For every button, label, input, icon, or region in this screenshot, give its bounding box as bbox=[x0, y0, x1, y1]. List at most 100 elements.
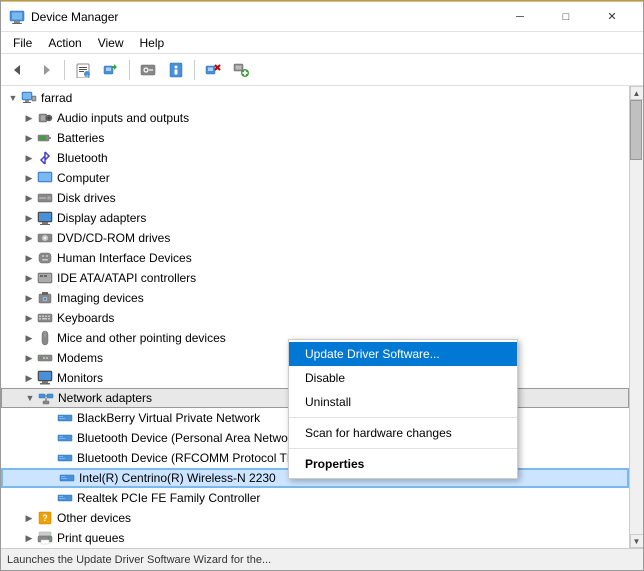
realtek-label: Realtek PCIe FE Family Controller bbox=[77, 491, 260, 505]
scan-button[interactable] bbox=[135, 57, 161, 83]
minimize-button[interactable]: ─ bbox=[497, 2, 543, 32]
title-icon bbox=[9, 9, 25, 25]
battery-icon bbox=[37, 130, 53, 146]
list-item[interactable]: ▶ Batteries bbox=[1, 128, 629, 148]
status-text: Launches the Update Driver Software Wiza… bbox=[7, 554, 271, 566]
dvd-label: DVD/CD-ROM drives bbox=[57, 231, 170, 245]
keyboards-label: Keyboards bbox=[57, 311, 114, 325]
bbvpn-label: BlackBerry Virtual Private Network bbox=[77, 411, 260, 425]
list-item[interactable]: ▶ Bluetooth bbox=[1, 148, 629, 168]
maximize-button[interactable]: □ bbox=[543, 2, 589, 32]
expand-display[interactable]: ▶ bbox=[21, 210, 37, 226]
computer-label: Computer bbox=[57, 171, 110, 185]
expand-imaging[interactable]: ▶ bbox=[21, 290, 37, 306]
netcard-icon bbox=[57, 450, 73, 466]
list-item[interactable]: ▶ Computer bbox=[1, 168, 629, 188]
forward-button[interactable] bbox=[33, 57, 59, 83]
window-title: Device Manager bbox=[31, 10, 497, 24]
other-icon: ? bbox=[37, 510, 53, 526]
expand-root[interactable]: ▼ bbox=[5, 90, 21, 106]
scroll-up-arrow[interactable]: ▲ bbox=[630, 86, 644, 100]
printer-icon bbox=[37, 530, 53, 546]
list-item[interactable]: ▶ Print queues bbox=[1, 528, 629, 548]
expand-bluetooth[interactable]: ▶ bbox=[21, 150, 37, 166]
window-controls: ─ □ ✕ bbox=[497, 2, 635, 32]
menu-view[interactable]: View bbox=[90, 34, 132, 52]
expand-monitors[interactable]: ▶ bbox=[21, 370, 37, 386]
toolbar-sep-2 bbox=[129, 60, 130, 80]
expand-computer[interactable]: ▶ bbox=[21, 170, 37, 186]
context-sep-1 bbox=[289, 417, 517, 418]
expand-hid[interactable]: ▶ bbox=[21, 250, 37, 266]
expand-dvd[interactable]: ▶ bbox=[21, 230, 37, 246]
expand-network[interactable]: ▼ bbox=[22, 390, 38, 406]
list-item[interactable]: ▶ Human Interface Devices bbox=[1, 248, 629, 268]
context-properties[interactable]: Properties bbox=[289, 452, 517, 476]
hid-icon bbox=[37, 250, 53, 266]
list-item[interactable]: ▶ DVD/CD-ROM drives bbox=[1, 228, 629, 248]
expand-keyboards[interactable]: ▶ bbox=[21, 310, 37, 326]
properties-button[interactable]: i bbox=[70, 57, 96, 83]
scrollbar[interactable]: ▲ ▼ bbox=[629, 86, 643, 548]
close-button[interactable]: ✕ bbox=[589, 2, 635, 32]
list-item[interactable]: ▶ Keyboards bbox=[1, 308, 629, 328]
status-bar: Launches the Update Driver Software Wiza… bbox=[1, 548, 643, 570]
network-icon bbox=[38, 390, 54, 406]
expand-audio[interactable]: ▶ bbox=[21, 110, 37, 126]
context-disable[interactable]: Disable bbox=[289, 366, 517, 390]
dvd-icon bbox=[37, 230, 53, 246]
expand-other[interactable]: ▶ bbox=[21, 510, 37, 526]
context-uninstall[interactable]: Uninstall bbox=[289, 390, 517, 414]
ide-icon bbox=[37, 270, 53, 286]
netcard-icon bbox=[57, 430, 73, 446]
toolbar-sep-3 bbox=[194, 60, 195, 80]
expand-print[interactable]: ▶ bbox=[21, 530, 37, 546]
intel-label: Intel(R) Centrino(R) Wireless-N 2230 bbox=[79, 471, 276, 485]
context-sep-2 bbox=[289, 448, 517, 449]
expand-batteries[interactable]: ▶ bbox=[21, 130, 37, 146]
tree-root[interactable]: ▼ farrad bbox=[1, 88, 629, 108]
scroll-track[interactable] bbox=[630, 100, 643, 534]
display-label: Display adapters bbox=[57, 211, 146, 225]
modem-icon bbox=[37, 350, 53, 366]
list-item[interactable]: ▶ Audio inputs and outputs bbox=[1, 108, 629, 128]
svg-text:?: ? bbox=[42, 513, 48, 523]
menu-bar: File Action View Help bbox=[1, 32, 643, 54]
scroll-down-arrow[interactable]: ▼ bbox=[630, 534, 644, 548]
list-item[interactable]: ▶ Imaging devices bbox=[1, 288, 629, 308]
bluetooth-label: Bluetooth bbox=[57, 151, 108, 165]
context-scan-hardware[interactable]: Scan for hardware changes bbox=[289, 421, 517, 445]
bluetooth-icon bbox=[37, 150, 53, 166]
context-update-driver[interactable]: Update Driver Software... bbox=[289, 342, 517, 366]
network-label: Network adapters bbox=[58, 391, 152, 405]
remove-device-button[interactable] bbox=[200, 57, 226, 83]
back-button[interactable] bbox=[5, 57, 31, 83]
device-info-button[interactable] bbox=[163, 57, 189, 83]
computer-device-icon bbox=[37, 170, 53, 186]
list-item[interactable]: ▶ ? Other devices bbox=[1, 508, 629, 528]
add-driver-button[interactable] bbox=[228, 57, 254, 83]
audio-icon bbox=[37, 110, 53, 126]
monitors-label: Monitors bbox=[57, 371, 103, 385]
toolbar-sep-1 bbox=[64, 60, 65, 80]
netcard-icon bbox=[59, 470, 75, 486]
list-item[interactable]: ▶ Display adapters bbox=[1, 208, 629, 228]
list-item[interactable]: ▶ Realtek PCIe FE Family Controller bbox=[1, 488, 629, 508]
menu-help[interactable]: Help bbox=[132, 34, 173, 52]
expand-ide[interactable]: ▶ bbox=[21, 270, 37, 286]
list-item[interactable]: ▶ Disk drives bbox=[1, 188, 629, 208]
disk-icon bbox=[37, 190, 53, 206]
update-driver-button[interactable] bbox=[98, 57, 124, 83]
expand-disk[interactable]: ▶ bbox=[21, 190, 37, 206]
btrfcomm-label: Bluetooth Device (RFCOMM Protocol TDI) bbox=[77, 451, 303, 465]
expand-mice[interactable]: ▶ bbox=[21, 330, 37, 346]
title-bar: Device Manager ─ □ ✕ bbox=[1, 2, 643, 32]
menu-action[interactable]: Action bbox=[40, 34, 89, 52]
hid-label: Human Interface Devices bbox=[57, 251, 192, 265]
imaging-icon bbox=[37, 290, 53, 306]
device-manager-window: Device Manager ─ □ ✕ File Action View He… bbox=[0, 0, 644, 571]
list-item[interactable]: ▶ IDE ATA/ATAPI controllers bbox=[1, 268, 629, 288]
expand-modems[interactable]: ▶ bbox=[21, 350, 37, 366]
menu-file[interactable]: File bbox=[5, 34, 40, 52]
scroll-thumb[interactable] bbox=[630, 100, 642, 160]
